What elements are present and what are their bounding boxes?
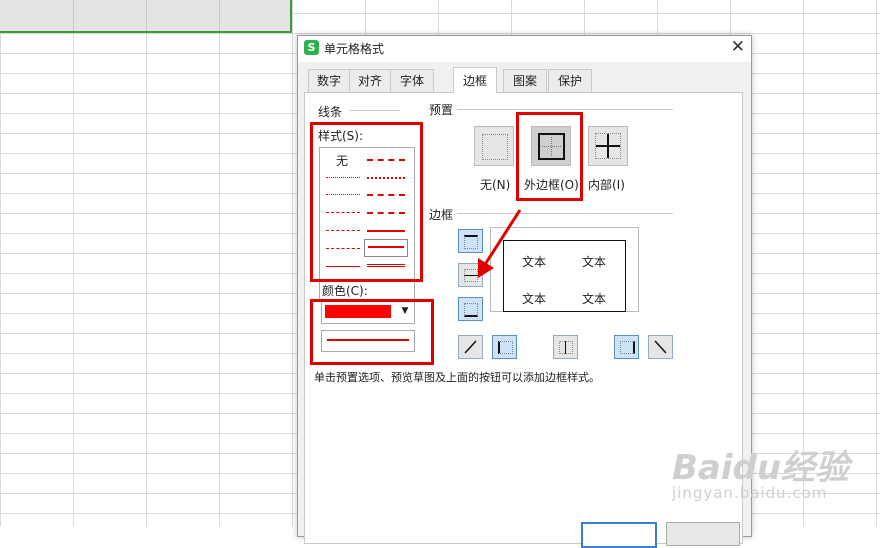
preset-inside-icon	[595, 133, 621, 159]
app-logo-icon: S	[304, 40, 319, 55]
tab-protection[interactable]: 保护	[548, 69, 592, 92]
tab-number[interactable]: 数字	[308, 69, 350, 92]
preview-text-4: 文本	[582, 292, 607, 306]
watermark: Baidu经验 jingyan.baidu.com	[672, 432, 880, 522]
preset-group-label: 预置	[429, 103, 454, 117]
tab-font[interactable]: 字体	[390, 69, 434, 92]
preview-text-3: 文本	[522, 292, 547, 306]
dialog-title: 单元格格式	[324, 42, 385, 56]
border-diagonal-up-button[interactable]	[458, 335, 483, 359]
preset-inside-label: 内部(I)	[588, 178, 625, 192]
preset-none-icon	[482, 134, 508, 160]
preset-group-divider	[457, 109, 673, 110]
tab-border[interactable]: 边框	[453, 67, 497, 93]
annotation-outline-highlight	[516, 112, 583, 201]
border-left-button[interactable]	[492, 335, 517, 359]
annotation-arrow-icon	[478, 209, 522, 278]
annotation-color-highlight	[310, 299, 434, 365]
border-vertical-inside-button[interactable]	[553, 335, 578, 359]
border-group-label: 边框	[429, 208, 454, 222]
selected-row-range	[0, 0, 292, 33]
preset-inside-button[interactable]	[588, 126, 628, 166]
tab-pattern[interactable]: 图案	[503, 69, 547, 92]
border-bottom-button[interactable]	[458, 297, 483, 321]
dialog-titlebar: S 单元格格式 ✕	[298, 36, 751, 62]
annotation-style-highlight	[310, 122, 423, 282]
line-group-divider	[350, 110, 400, 111]
color-label: 颜色(C):	[322, 284, 368, 298]
preview-text-2: 文本	[582, 255, 607, 269]
tab-alignment[interactable]: 对齐	[349, 69, 391, 92]
preset-none-label: 无(N)	[480, 178, 511, 192]
border-diagonal-down-button[interactable]	[648, 335, 673, 359]
line-group-label: 线条	[318, 105, 343, 119]
border-right-button[interactable]	[614, 335, 639, 359]
hint-text: 单击预置选项、预览草图及上面的按钮可以添加边框样式。	[314, 371, 600, 384]
watermark-brand: Baidu经验	[672, 448, 850, 488]
close-icon[interactable]: ✕	[731, 37, 745, 57]
preset-none-button[interactable]	[474, 126, 514, 166]
watermark-url: jingyan.baidu.com	[672, 484, 828, 502]
